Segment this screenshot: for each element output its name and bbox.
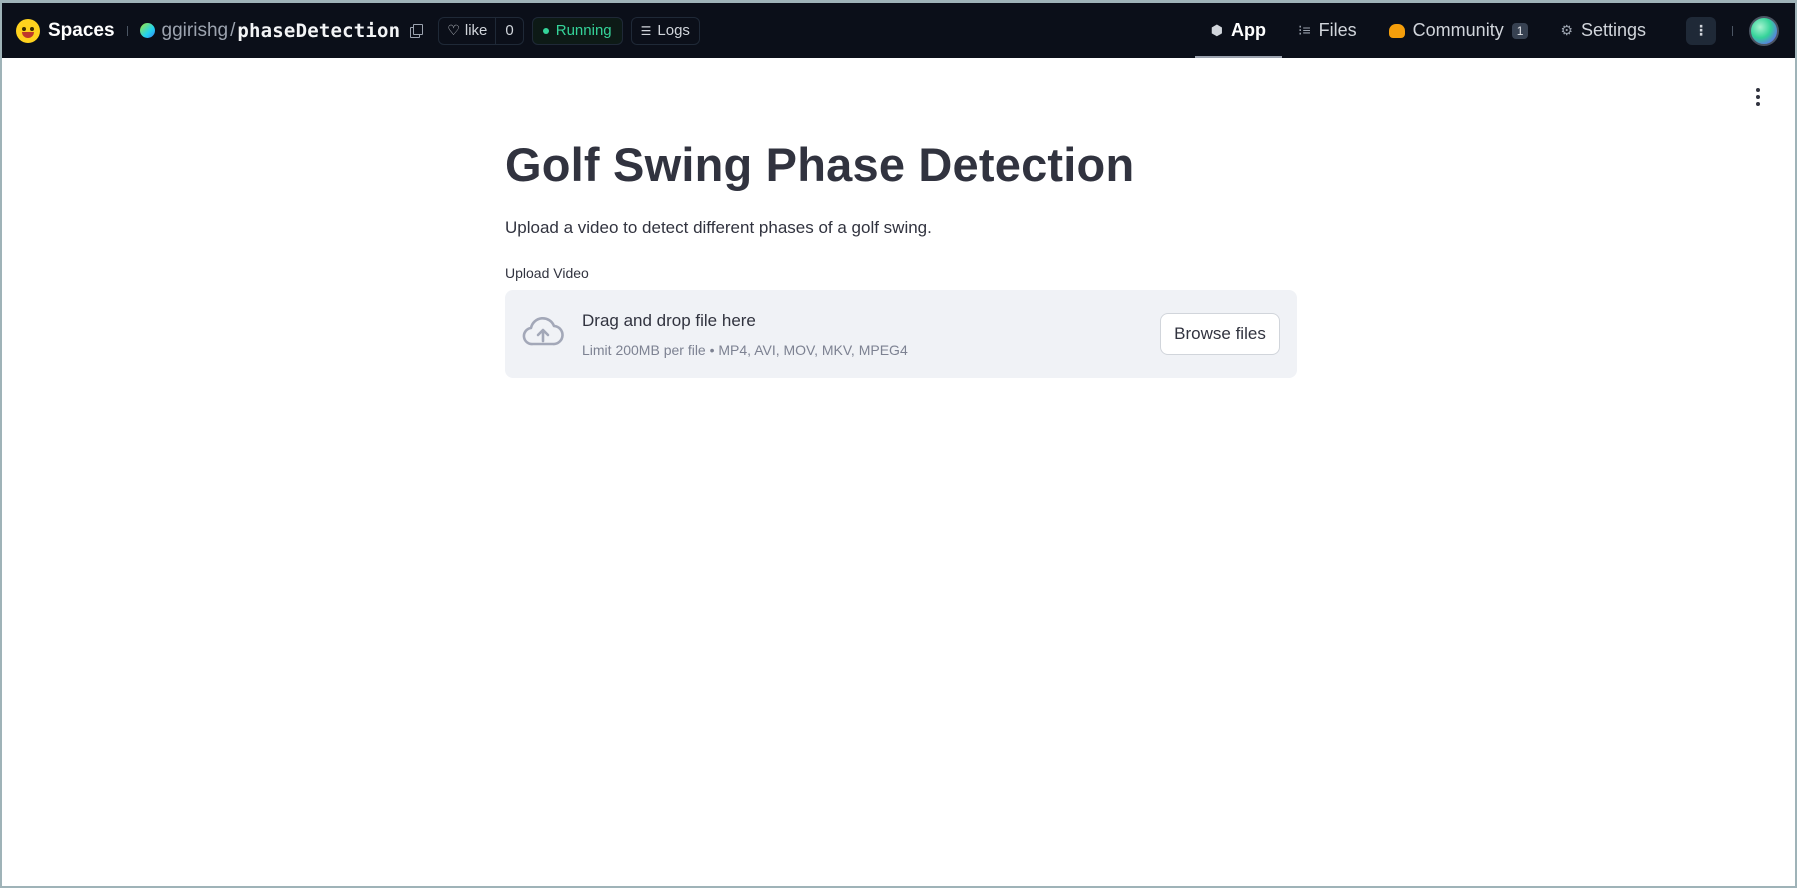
space-avatar-icon xyxy=(139,23,155,38)
more-options-button[interactable]: ⋮ xyxy=(1686,16,1716,45)
upload-label: Upload Video xyxy=(505,265,589,281)
heart-icon: ♡ xyxy=(447,22,460,38)
kebab-icon: ⋮ xyxy=(1694,22,1708,38)
like-toggle[interactable]: ♡ like xyxy=(439,18,495,44)
divider xyxy=(126,25,128,36)
path-separator: / xyxy=(230,19,236,41)
dropzone-instruction: Drag and drop file here xyxy=(582,311,756,330)
tab-settings-label: Settings xyxy=(1580,20,1646,40)
community-icon xyxy=(1388,23,1405,38)
user-avatar[interactable] xyxy=(1749,15,1779,46)
kebab-dot xyxy=(1756,102,1760,106)
hugging-face-logo-icon[interactable] xyxy=(16,18,40,43)
logs-button[interactable]: ☰ Logs xyxy=(630,16,700,45)
tab-settings[interactable]: ⚙ Settings xyxy=(1544,3,1662,58)
status-badge[interactable]: Running xyxy=(531,16,623,45)
file-dropzone[interactable]: Drag and drop file here Limit 200MB per … xyxy=(505,290,1297,378)
tab-app-label: App xyxy=(1231,20,1267,40)
main-content: Golf Swing Phase Detection Upload a vide… xyxy=(505,130,1297,378)
community-count-badge: 1 xyxy=(1511,22,1529,39)
repo-name-link[interactable]: phaseDetection xyxy=(237,20,400,42)
tab-files-label: Files xyxy=(1318,20,1357,40)
kebab-dot xyxy=(1756,95,1760,99)
logs-icon: ☰ xyxy=(640,23,652,38)
top-navbar: Spaces ggirishg / phaseDetection ♡ like … xyxy=(0,0,1797,58)
owner-link[interactable]: ggirishg xyxy=(162,20,229,42)
spaces-link[interactable]: Spaces xyxy=(48,20,115,42)
browse-files-button[interactable]: Browse files xyxy=(1160,313,1280,355)
status-label: Running xyxy=(555,22,612,39)
app-menu-button[interactable] xyxy=(1750,86,1766,108)
like-count[interactable]: 0 xyxy=(495,17,522,44)
like-button[interactable]: ♡ like 0 xyxy=(438,16,524,45)
divider xyxy=(1732,25,1733,36)
logs-label: Logs xyxy=(657,22,690,39)
navbar-right: ⬢ App ⁝≡ Files Community 1 ⚙ Settings ⋮ xyxy=(1194,3,1797,58)
page-title: Golf Swing Phase Detection xyxy=(505,138,1135,191)
tab-files[interactable]: ⁝≡ Files xyxy=(1282,3,1373,58)
tab-community[interactable]: Community 1 xyxy=(1373,3,1545,58)
tab-app[interactable]: ⬢ App xyxy=(1194,3,1283,58)
tab-community-label: Community xyxy=(1412,20,1504,40)
copy-icon[interactable] xyxy=(410,24,424,38)
status-dot-icon xyxy=(542,27,549,34)
page-subtitle: Upload a video to detect different phase… xyxy=(505,218,932,237)
gear-icon: ⚙ xyxy=(1560,22,1573,38)
cloud-upload-icon xyxy=(522,316,564,346)
kebab-dot xyxy=(1756,88,1760,92)
like-label: like xyxy=(464,22,488,39)
files-icon: ⁝≡ xyxy=(1298,22,1311,38)
navbar-left: Spaces ggirishg / phaseDetection ♡ like … xyxy=(0,3,700,58)
cube-icon: ⬢ xyxy=(1210,22,1224,38)
dropzone-limit-text: Limit 200MB per file • MP4, AVI, MOV, MK… xyxy=(582,342,908,358)
